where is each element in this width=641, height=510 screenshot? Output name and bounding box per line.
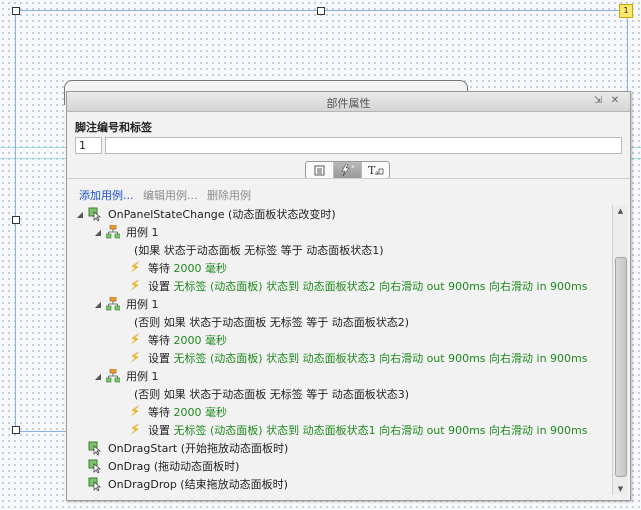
scroll-down-icon[interactable]: ▼ (613, 483, 628, 495)
event-label: OnDragDrop (结束拖放动态面板时) (108, 478, 288, 491)
widget-properties-panel: 部件属性 ⇲ ✕ 脚注编号和标签 1 * Ta 添加用例... 编辑用例... … (66, 91, 631, 501)
action-value: 无标签 (动态面板) 状态到 动态面板状态3 向右滑动 out 900ms 向右… (173, 352, 588, 365)
case-condition[interactable]: (如果 状态于动态面板 无标签 等于 动态面板状态1) (134, 241, 384, 259)
collapse-arrow-icon[interactable]: ◢ (93, 372, 103, 381)
tree-scrollbar[interactable]: ▲ ▼ (612, 205, 628, 495)
action-bolt-icon: ⚡ (130, 332, 140, 348)
action-bolt-icon: ⚡ (130, 422, 140, 438)
case-icon (105, 368, 121, 384)
event-icon (87, 458, 103, 474)
action-label: 设置 (148, 352, 170, 365)
condition-text: (否则 如果 状态于动态面板 无标签 等于 动态面板状态3) (134, 388, 410, 401)
tree-case[interactable]: ◢ 用例 1 (93, 367, 159, 385)
panel-title: 部件属性 (326, 97, 371, 110)
condition-text: (如果 状态于动态面板 无标签 等于 动态面板状态1) (134, 244, 384, 257)
add-case-link[interactable]: 添加用例... (79, 189, 134, 202)
action-value: 2000 毫秒 (173, 334, 228, 347)
tree-event[interactable]: OnDragDrop (结束拖放动态面板时) (87, 475, 288, 493)
case-condition[interactable]: (否则 如果 状态于动态面板 无标签 等于 动态面板状态2) (134, 313, 409, 331)
svg-text:a: a (375, 170, 379, 176)
condition-text: (否则 如果 状态于动态面板 无标签 等于 动态面板状态2) (134, 316, 410, 329)
action-value: 无标签 (动态面板) 状态到 动态面板状态1 向右滑动 out 900ms 向右… (173, 424, 588, 437)
interactions-tab-icon[interactable]: * (334, 162, 362, 178)
collapse-arrow-icon[interactable]: ◢ (75, 210, 85, 219)
tree-action[interactable]: ⚡ 设置 无标签 (动态面板) 状态到 动态面板状态1 向右滑动 out 900… (127, 421, 587, 439)
case-actions: 添加用例... 编辑用例... 删除用例 (79, 187, 257, 203)
event-icon (87, 440, 103, 456)
event-icon (87, 476, 103, 492)
close-icon[interactable]: ✕ (609, 95, 621, 107)
tree-case[interactable]: ◢ 用例 1 (93, 295, 159, 313)
edit-case-link[interactable]: 编辑用例... (143, 189, 198, 202)
tree-case[interactable]: ◢ 用例 1 (93, 223, 159, 241)
action-value: 无标签 (动态面板) 状态到 动态面板状态2 向右滑动 out 900ms 向右… (173, 280, 588, 293)
panel-tabs: * Ta (305, 161, 390, 179)
case-label: 用例 1 (126, 226, 159, 239)
resize-handle[interactable] (12, 426, 20, 434)
action-label: 等待 (148, 334, 170, 347)
case-label: 用例 1 (126, 298, 159, 311)
action-bolt-icon: ⚡ (130, 350, 140, 366)
scroll-thumb[interactable] (615, 257, 627, 477)
resize-handle[interactable] (12, 216, 20, 224)
tree-action[interactable]: ⚡ 等待 2000 毫秒 (127, 403, 227, 421)
tree-action[interactable]: ⚡ 等待 2000 毫秒 (127, 331, 227, 349)
footnote-number-field[interactable]: 1 (75, 137, 102, 154)
tree-event[interactable]: ◢ OnPanelStateChange (动态面板状态改变时) (75, 205, 336, 223)
tab-separator (67, 178, 630, 179)
notes-tab-icon[interactable] (306, 162, 334, 178)
case-icon (105, 296, 121, 312)
footnote-label-field[interactable] (105, 137, 622, 154)
case-label: 用例 1 (126, 370, 159, 383)
tree-action[interactable]: ⚡ 等待 2000 毫秒 (127, 259, 227, 277)
resize-handle[interactable] (12, 7, 20, 15)
svg-text:*: * (351, 164, 355, 172)
text-tab-icon[interactable]: Ta (362, 162, 389, 178)
tree-action[interactable]: ⚡ 设置 无标签 (动态面板) 状态到 动态面板状态3 向右滑动 out 900… (127, 349, 587, 367)
action-bolt-icon: ⚡ (130, 278, 140, 294)
footnote-badge[interactable]: 1 (619, 4, 633, 18)
action-bolt-icon: ⚡ (130, 404, 140, 420)
resize-handle[interactable] (317, 7, 325, 15)
action-value: 2000 毫秒 (173, 262, 228, 275)
action-label: 等待 (148, 406, 170, 419)
interactions-tree: ◢ OnPanelStateChange (动态面板状态改变时) ◢ 用例 1 … (67, 205, 612, 497)
tree-action[interactable]: ⚡ 设置 无标签 (动态面板) 状态到 动态面板状态2 向右滑动 out 900… (127, 277, 587, 295)
collapse-arrow-icon[interactable]: ◢ (93, 300, 103, 309)
action-label: 等待 (148, 262, 170, 275)
footnote-section-label: 脚注编号和标签 (75, 121, 152, 134)
collapse-arrow-icon[interactable]: ◢ (93, 228, 103, 237)
event-label: OnDrag (拖动动态面板时) (108, 460, 240, 473)
event-label: OnPanelStateChange (动态面板状态改变时) (108, 208, 336, 221)
case-icon (105, 224, 121, 240)
event-label: OnDragStart (开始拖放动态面板时) (108, 442, 289, 455)
case-condition[interactable]: (否则 如果 状态于动态面板 无标签 等于 动态面板状态3) (134, 385, 409, 403)
tree-event[interactable]: OnDragStart (开始拖放动态面板时) (87, 439, 288, 457)
action-bolt-icon: ⚡ (130, 260, 140, 276)
delete-case-link[interactable]: 删除用例 (207, 189, 251, 202)
minimize-icon[interactable]: ⇲ (592, 95, 604, 107)
scroll-up-icon[interactable]: ▲ (613, 205, 628, 217)
tree-event[interactable]: OnDrag (拖动动态面板时) (87, 457, 239, 475)
action-value: 2000 毫秒 (173, 406, 228, 419)
event-icon (87, 206, 103, 222)
panel-titlebar[interactable]: 部件属性 ⇲ ✕ (67, 92, 630, 112)
action-label: 设置 (148, 424, 170, 437)
action-label: 设置 (148, 280, 170, 293)
